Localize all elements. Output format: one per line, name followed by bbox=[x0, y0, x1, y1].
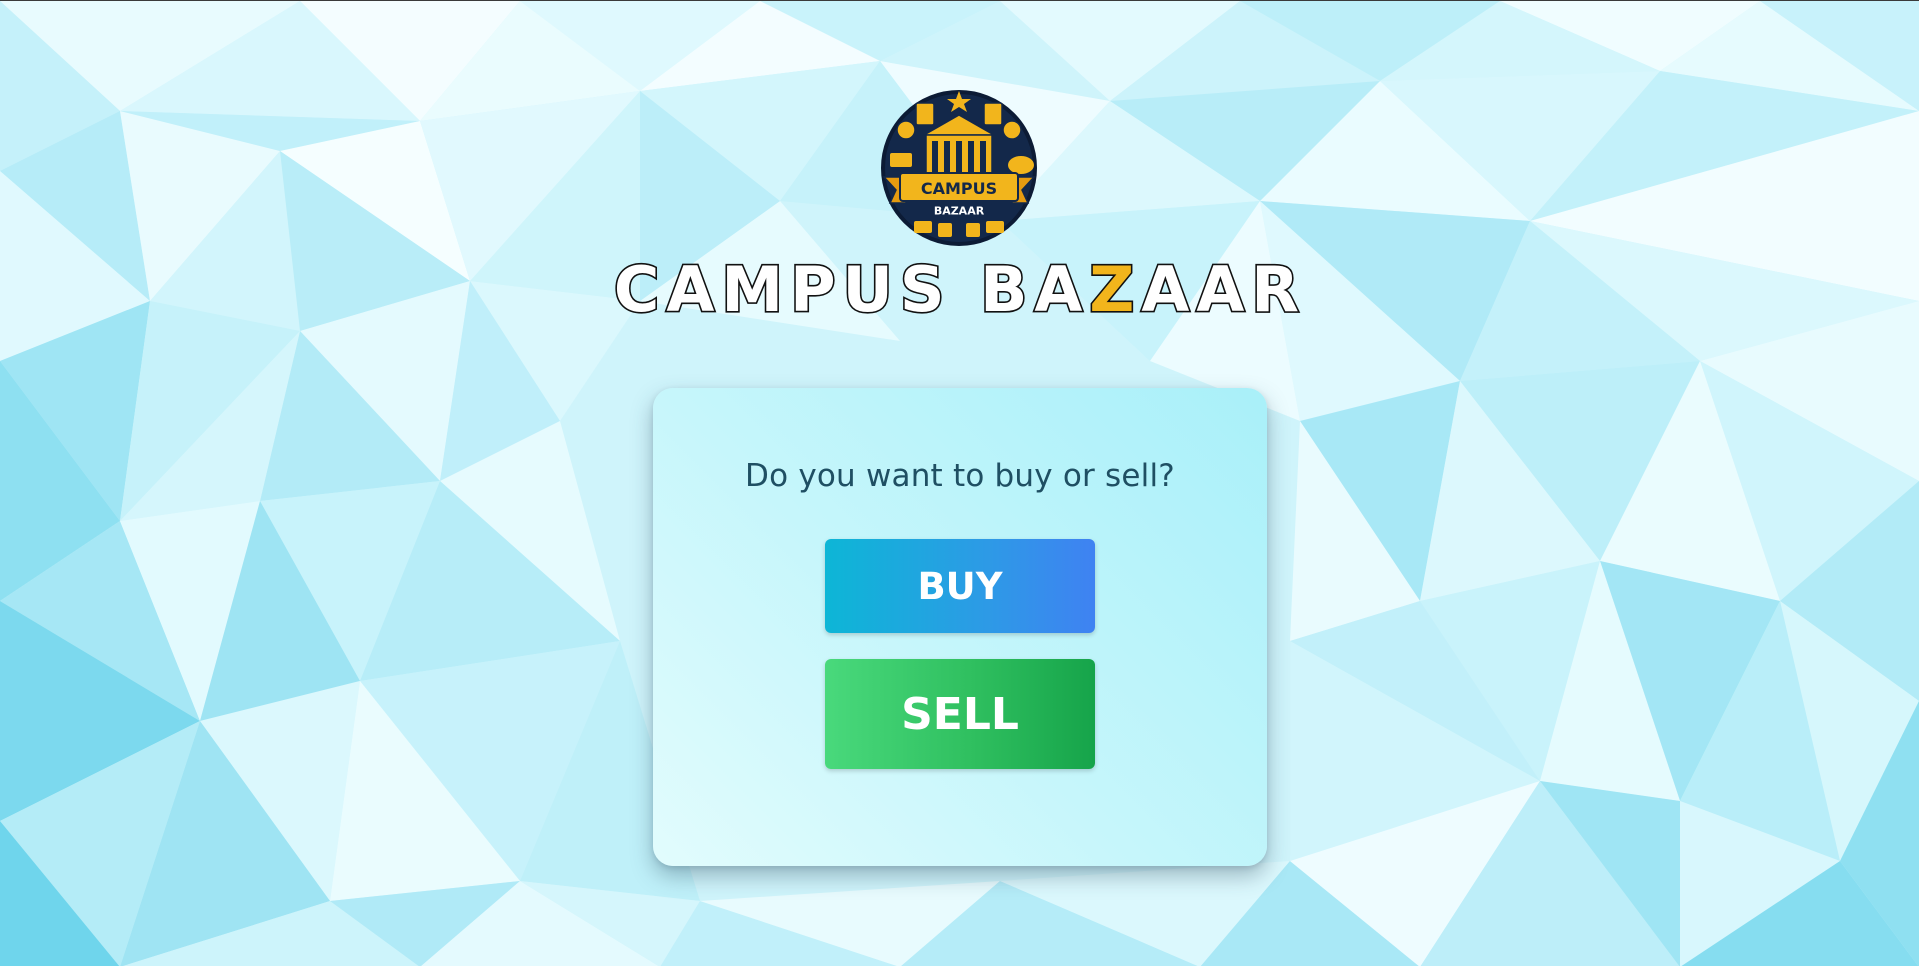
wordmark-part-2: AAR bbox=[1141, 255, 1306, 325]
emblem-text-top: CAMPUS bbox=[921, 179, 997, 198]
campus-bazaar-emblem: CAMPUS BAZAAR bbox=[881, 90, 1037, 246]
buy-sell-prompt: Do you want to buy or sell? bbox=[745, 458, 1175, 494]
landing-page: CAMPUS BAZAAR CAMPUS BAZAAR Do you want … bbox=[0, 0, 1919, 966]
wordmark-part-1: CAMPUS BA bbox=[614, 255, 1089, 325]
svg-text:CAMPUS BAZAAR: CAMPUS BAZAAR bbox=[614, 255, 1306, 325]
emblem-text-bottom: BAZAAR bbox=[934, 205, 985, 218]
buy-sell-card: Do you want to buy or sell? BUY SELL bbox=[653, 388, 1267, 866]
sell-button[interactable]: SELL bbox=[825, 659, 1095, 769]
campus-bazaar-wordmark: CAMPUS BAZAAR bbox=[612, 255, 1306, 325]
wordmark-accent-letter: Z bbox=[1089, 255, 1141, 325]
buy-button[interactable]: BUY bbox=[825, 539, 1095, 633]
